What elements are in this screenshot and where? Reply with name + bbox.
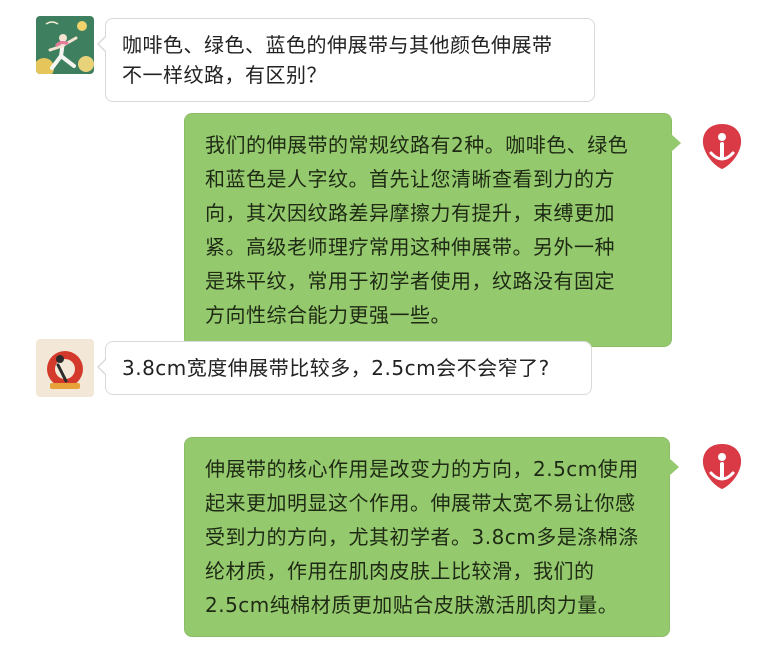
message-text-line: 向，其次因纹路差异摩擦力有提升，束缚更加 — [205, 201, 615, 225]
message-bubble-incoming[interactable]: 3.8cm宽度伸展带比较多，2.5cm会不会窄了? — [97, 341, 592, 395]
shop-avatar[interactable] — [693, 117, 751, 175]
message-text-line: 起来更加明显这个作用。伸展带太宽不易让你感 — [205, 491, 636, 515]
customer-avatar[interactable] — [36, 339, 94, 397]
message-text-line: 和蓝色是人字纹。首先让您清晰查看到力的方 — [205, 167, 615, 191]
message-bubble-incoming[interactable]: 咖啡色、绿色、蓝色的伸展带与其他颜色伸展带 不一样纹路，有区别？ — [97, 18, 595, 102]
message-text-line: 2.5cm纯棉材质更加贴合皮肤激活肌肉力量。 — [205, 593, 619, 617]
message-bubble-outgoing[interactable]: 伸展带的核心作用是改变力的方向，2.5cm使用 起来更加明显这个作用。伸展带太宽… — [184, 437, 679, 637]
message-text-line: 我们的伸展带的常规纹路有2种。咖啡色、绿色 — [205, 133, 629, 157]
brand-logo-icon — [693, 437, 751, 495]
chat-conversation: 咖啡色、绿色、蓝色的伸展带与其他颜色伸展带 不一样纹路，有区别？ 我们的伸展带的… — [0, 0, 777, 660]
message-text-line: 3.8cm宽度伸展带比较多，2.5cm会不会窄了? — [122, 356, 550, 380]
customer-avatar[interactable] — [36, 16, 94, 74]
message-text-line: 伸展带的核心作用是改变力的方向，2.5cm使用 — [205, 457, 639, 481]
brand-logo-icon — [693, 117, 751, 175]
message-text-line: 不一样纹路，有区别？ — [122, 63, 327, 87]
message-text-line: 是珠平纹，常用于初学者使用，纹路没有固定 — [205, 269, 615, 293]
yoga-pose-avatar-icon — [36, 16, 94, 74]
shop-avatar[interactable] — [693, 437, 751, 495]
message-text-line: 纶材质，作用在肌肉皮肤上比较滑，我们的 — [205, 559, 595, 583]
yoga-pose-avatar-icon — [36, 339, 94, 397]
message-text-line: 紧。高级老师理疗常用这种伸展带。另外一种 — [205, 235, 615, 259]
message-text-line: 方向性综合能力更强一些。 — [205, 303, 451, 327]
message-text-line: 咖啡色、绿色、蓝色的伸展带与其他颜色伸展带 — [122, 33, 553, 57]
message-text-line: 受到力的方向，尤其初学者。3.8cm多是涤棉涤 — [205, 525, 639, 549]
message-bubble-outgoing[interactable]: 我们的伸展带的常规纹路有2种。咖啡色、绿色 和蓝色是人字纹。首先让您清晰查看到力… — [184, 113, 681, 347]
